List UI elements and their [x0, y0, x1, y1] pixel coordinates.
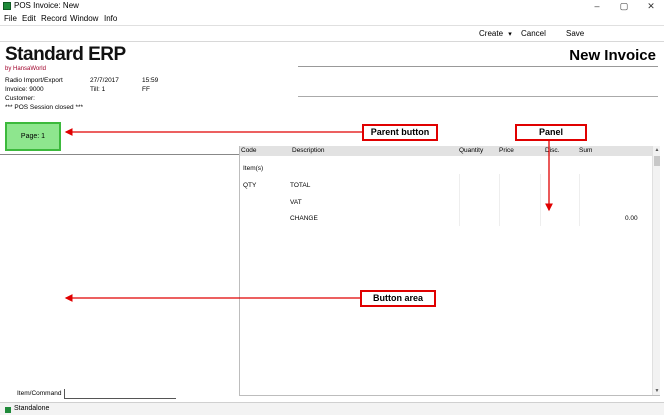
callout-panel: Panel — [515, 124, 587, 141]
annotation-arrows — [64, 128, 553, 302]
callout-button-area: Button area — [360, 290, 436, 307]
callout-parent-button: Parent button — [362, 124, 438, 141]
